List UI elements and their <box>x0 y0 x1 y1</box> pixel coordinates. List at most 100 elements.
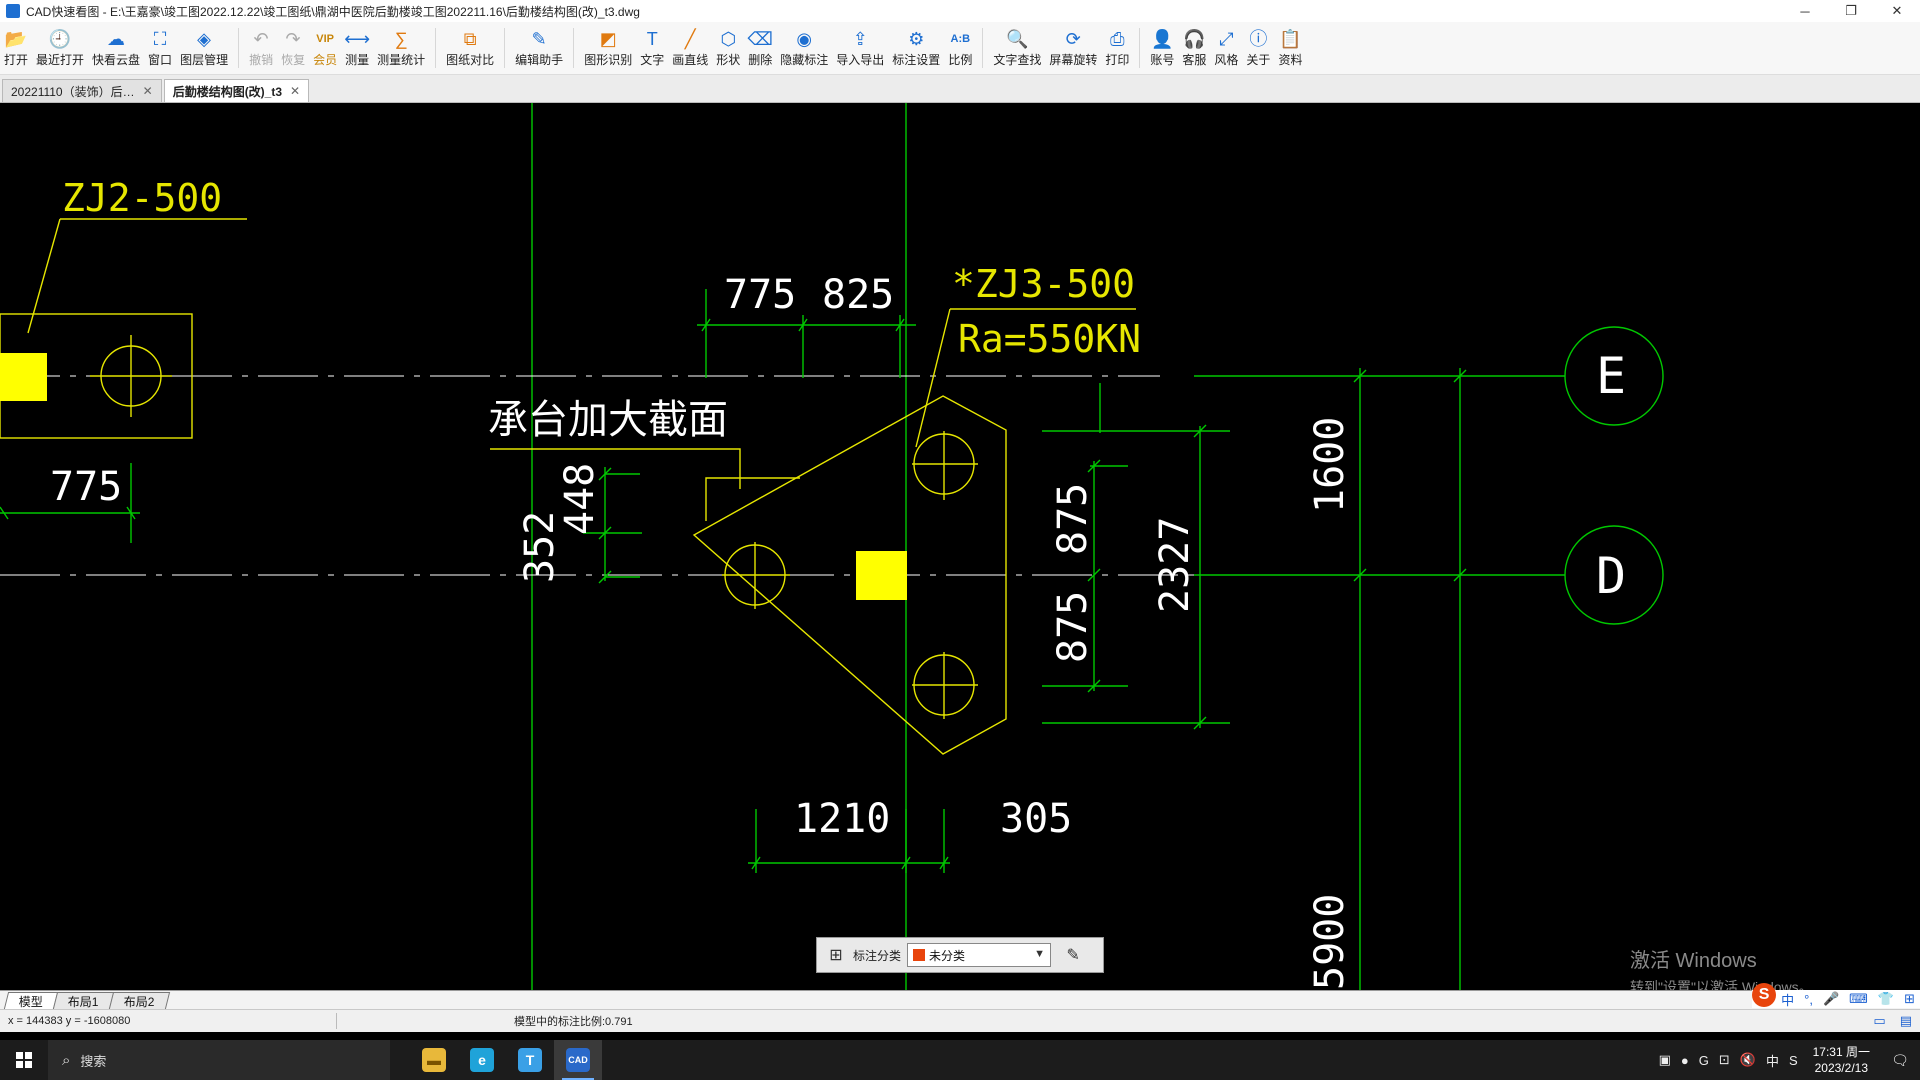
toolbar-separator <box>504 28 506 68</box>
network-icon[interactable]: ⊡ <box>1719 1052 1730 1068</box>
windows-logo-icon <box>16 1052 32 1068</box>
close-icon[interactable]: ✕ <box>143 84 153 98</box>
import-export-label: 导入导出 <box>836 53 885 67</box>
watermark-line-1: 激活 Windows <box>1630 950 1757 972</box>
tab-layout-1[interactable]: 布局1 <box>52 992 114 1009</box>
column-block-center <box>856 551 907 600</box>
rotate-icon: ⟳ <box>1065 29 1081 49</box>
service-icon: 🎧 <box>1183 29 1206 49</box>
measure-stats-label: 测量统计 <box>377 53 426 67</box>
volume-muted-icon[interactable]: 🔇 <box>1740 1052 1756 1068</box>
category-color-swatch <box>913 949 926 961</box>
toolbar-text-button[interactable]: T 文字 <box>636 22 668 68</box>
close-icon[interactable]: ✕ <box>290 84 300 98</box>
ime-mode[interactable]: 中 <box>1781 990 1794 1009</box>
redo-label: 恢复 <box>281 53 306 67</box>
close-button[interactable]: ✕ <box>1874 0 1920 22</box>
open-icon: 📂 <box>4 29 28 49</box>
toolbar-undo-button[interactable]: ↶ 撤销 <box>245 22 277 68</box>
system-clock[interactable]: 17:31 周一 2023/2/13 <box>1813 1044 1870 1076</box>
measure-label: 测量 <box>345 53 370 67</box>
taskbar-app-file-explorer[interactable]: ▬ <box>410 1040 458 1080</box>
toolbar-scale-button[interactable]: A:B 比例 <box>944 22 976 68</box>
document-tab[interactable]: 20221110（装饰）后… ✕ <box>2 79 162 102</box>
toolbar-line-button[interactable]: ╱ 画直线 <box>668 22 712 68</box>
document-tab[interactable]: 后勤楼结构图(改)_t3 ✕ <box>163 79 310 102</box>
tray-icon-1[interactable]: ▣ <box>1659 1052 1671 1068</box>
keyboard-icon[interactable]: ⌨ <box>1849 991 1868 1007</box>
cad-viewer-icon: CAD <box>566 1048 590 1072</box>
toolbar-separator <box>573 28 575 68</box>
tab-layout-2[interactable]: 布局2 <box>108 992 170 1009</box>
chevron-down-icon[interactable]: ▼ <box>1034 948 1045 960</box>
toolbar-shape-recog-button[interactable]: ◩ 图形识别 <box>580 22 636 68</box>
status-toggle-icon[interactable]: ▭ <box>1873 1013 1885 1029</box>
toolbar-edit-helper-button[interactable]: ✎ 编辑助手 <box>511 22 567 68</box>
notification-icon[interactable]: 🗨 <box>1880 1052 1920 1069</box>
toolbar-delete-button[interactable]: ⌫ 删除 <box>744 22 776 68</box>
document-tabs: 20221110（装饰）后… ✕ 后勤楼结构图(改)_t3 ✕ <box>0 75 1920 103</box>
toolbar-service-button[interactable]: 🎧 客服 <box>1178 22 1210 68</box>
toolbar-text-find-button[interactable]: 🔍 文字查找 <box>989 22 1045 68</box>
toolbar-layers-button[interactable]: ◈ 图层管理 <box>176 22 232 68</box>
toolbar-import-export-button[interactable]: ⇪ 导入导出 <box>832 22 888 68</box>
input-language[interactable]: 中 <box>1766 1051 1779 1070</box>
ime-logo-icon[interactable]: S <box>1752 983 1777 1007</box>
toolbar-dim-settings-button[interactable]: ⚙ 标注设置 <box>888 22 944 68</box>
tray-icon-3[interactable]: G <box>1699 1053 1709 1068</box>
shape-recog-label: 图形识别 <box>584 53 633 67</box>
toolbar-recent-button[interactable]: 🕘 最近打开 <box>32 22 88 68</box>
rotate-label: 屏幕旋转 <box>1049 53 1098 67</box>
toolbar-measure-stats-button[interactable]: ∑ 测量统计 <box>373 22 429 68</box>
account-icon: 👤 <box>1151 29 1174 49</box>
document-tab-label: 后勤楼结构图(改)_t3 <box>172 84 283 99</box>
microphone-icon[interactable]: 🎤 <box>1823 991 1839 1007</box>
taskbar-app-edge[interactable]: e <box>458 1040 506 1080</box>
dim-settings-label: 标注设置 <box>892 53 941 67</box>
toolbar-print-button[interactable]: ⎙ 打印 <box>1101 22 1133 68</box>
edit-category-icon[interactable]: ✎ <box>1061 943 1085 967</box>
start-button[interactable] <box>0 1040 48 1080</box>
cloud-icon: ☁ <box>107 29 126 49</box>
label-zj2: ZJ2-500 <box>62 176 222 220</box>
grid-icon[interactable]: ⊞ <box>825 944 847 966</box>
tray-icon-2[interactable]: ● <box>1681 1053 1689 1068</box>
toolbar-measure-button[interactable]: ⟷ 测量 <box>341 22 373 68</box>
vip-label: 会员 <box>313 53 338 67</box>
toolbar-window-button[interactable]: ⛶ 窗口 <box>144 22 176 68</box>
dim-825: 825 <box>822 272 894 318</box>
dimension-category-select[interactable]: 未分类 ▼ <box>907 943 1052 967</box>
clock-date: 2023/2/13 <box>1814 1061 1868 1075</box>
toolbar-about-button[interactable]: ⓘ 关于 <box>1242 22 1274 68</box>
toolbar-vip-button[interactable]: VIP 会员 <box>309 22 341 68</box>
ime-menu-icon[interactable]: ⊞ <box>1904 991 1915 1007</box>
resources-label: 资料 <box>1278 53 1303 67</box>
skin-icon[interactable]: 👕 <box>1878 991 1894 1007</box>
taskbar-app-t-app[interactable]: T <box>506 1040 554 1080</box>
toolbar-redo-button[interactable]: ↷ 恢复 <box>277 22 309 68</box>
compare-icon: ⧉ <box>463 29 477 49</box>
undo-icon: ↶ <box>253 29 269 49</box>
tab-model[interactable]: 模型 <box>3 992 59 1009</box>
toolbar-open-button[interactable]: 📂 打开 <box>0 22 32 68</box>
toolbar-resources-button[interactable]: 📋 资料 <box>1274 22 1306 68</box>
toolbar-style-button[interactable]: ⤢ 风格 <box>1210 22 1242 68</box>
drawing-canvas[interactable]: ZJ2-500 *ZJ3-500 Ra=550KN 承台加大截面 775 775… <box>0 103 1920 990</box>
toolbar-shape-button[interactable]: ⬡ 形状 <box>712 22 744 68</box>
text-label: 文字 <box>640 53 665 67</box>
toolbar-compare-button[interactable]: ⧉ 图纸对比 <box>442 22 498 68</box>
redo-icon: ↷ <box>285 29 301 49</box>
cad-drawing[interactable]: ZJ2-500 *ZJ3-500 Ra=550KN 承台加大截面 775 775… <box>0 103 1920 990</box>
taskbar-app-cad-viewer[interactable]: CAD <box>554 1040 602 1080</box>
toolbar-cloud-button[interactable]: ☁ 快看云盘 <box>88 22 144 68</box>
sogou-tray-icon[interactable]: S <box>1789 1053 1798 1068</box>
status-window-icon[interactable]: ▤ <box>1900 1013 1912 1029</box>
ime-punctuation[interactable]: °, <box>1804 992 1813 1007</box>
taskbar-search[interactable]: ⌕ 搜索 <box>48 1040 390 1080</box>
toolbar-account-button[interactable]: 👤 账号 <box>1146 22 1178 68</box>
restore-button[interactable]: ❐ <box>1828 0 1874 22</box>
toolbar-hide-dim-button[interactable]: ◉ 隐藏标注 <box>776 22 832 68</box>
toolbar-rotate-button[interactable]: ⟳ 屏幕旋转 <box>1045 22 1101 68</box>
minimize-button[interactable]: ─ <box>1782 0 1828 22</box>
toolbar-separator <box>982 28 984 68</box>
